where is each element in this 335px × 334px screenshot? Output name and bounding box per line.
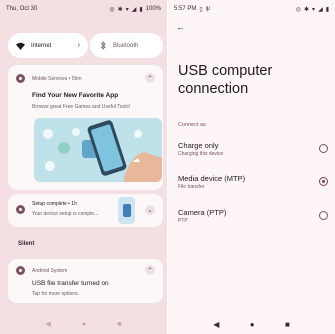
notification-shade: Thu, Oct 30 ◎ ✱ ▾ ◢ ▮ 100% Internet › Bl… [0,0,167,334]
bluetooth-icon [98,41,107,50]
recents-nav-icon[interactable]: ■ [117,321,121,328]
notification-app-name: Setup complete • 1h [32,201,77,207]
back-nav-icon[interactable]: ◀ [46,320,51,328]
headset-icon: ◎ [295,6,302,13]
option-charge-only[interactable]: Charge only Charging this device [178,141,328,157]
notification-app-name: Mobile Services • 56m [32,76,82,82]
notification-usb-transfer[interactable]: Android System ⌃ USB file transfer turne… [8,259,163,303]
quick-setting-label: Internet [31,42,52,49]
wifi-status-icon: ▾ [312,6,316,13]
bluetooth-status-icon: ✱ [304,6,310,13]
option-subtitle: File transfer [178,184,205,190]
connect-as-label: Connect as [178,122,206,128]
radio-camera[interactable] [319,211,328,220]
notification-body: Browse great Free Games and Useful Tools… [32,104,131,110]
radio-media-device[interactable] [319,177,328,186]
option-title: Camera (PTP) [178,208,227,217]
notification-app-name: Android System [32,268,68,274]
status-time: 5:57 PM [174,6,197,12]
option-camera[interactable]: Camera (PTP) PTP [178,208,328,224]
chevron-right-icon: › [77,42,80,49]
status-bar: Thu, Oct 30 ◎ ✱ ▾ ◢ ▮ 100% [0,0,167,18]
chevron-down-icon[interactable]: ⌄ [145,205,155,215]
usb-icon: ψ [205,6,210,12]
quick-setting-label: Bluetooth [113,42,139,49]
navigation-bar: ◀ ● ■ [168,314,335,334]
notification-title: USB file transfer turned on [32,280,109,287]
status-bar: 5:57 PM ▯ ψ ◎ ✱ ▾ ◢ ▮ [168,0,335,18]
app-icon [16,74,25,83]
signal-icon: ◢ [131,6,137,13]
quick-setting-bluetooth[interactable]: Bluetooth [90,33,163,58]
recents-nav-icon[interactable]: ■ [285,320,290,329]
bluetooth-status-icon: ✱ [117,6,123,13]
back-nav-icon[interactable]: ◀ [213,320,219,329]
battery-icon: ▮ [139,6,143,13]
chevron-up-icon[interactable]: ⌃ [145,265,155,275]
phone-illustration [118,197,135,224]
battery-level: 100% [145,6,161,12]
signal-icon: ◢ [318,6,323,13]
silent-section-label: Silent [18,241,35,247]
option-subtitle: PTP [178,218,188,224]
notification-body: Your device setup is comple... [32,211,99,217]
option-title: Media device (MTP) [178,174,246,183]
quick-setting-internet[interactable]: Internet › [8,33,88,58]
usb-settings-screen: 5:57 PM ▯ ψ ◎ ✱ ▾ ◢ ▮ ← USB computer con… [168,0,335,334]
home-nav-icon[interactable]: ● [250,320,255,329]
navigation-bar: ◀ ● ■ [0,314,167,334]
android-system-icon [16,266,25,275]
back-arrow-icon[interactable]: ← [176,22,185,32]
radio-charge-only[interactable] [319,144,328,153]
wifi-icon [16,41,25,50]
notification-body: Tap for more options. [32,291,79,297]
page-title: USB computer connection [178,63,273,97]
home-nav-icon[interactable]: ● [82,321,86,328]
option-title: Charge only [178,141,219,150]
notification-icon: ▯ [199,6,203,13]
headset-icon: ◎ [109,6,115,13]
notification-title: Find Your New Favorite App [32,92,119,99]
wifi-status-icon: ▾ [125,6,129,13]
chevron-up-icon[interactable]: ⌃ [145,73,155,83]
notification-mobile-services[interactable]: Mobile Services • 56m ⌃ Find Your New Fa… [8,65,163,190]
promo-image [34,118,162,182]
notification-setup-complete[interactable]: Setup complete • 1h Your device setup is… [8,194,163,227]
option-subtitle: Charging this device [178,151,224,157]
battery-icon: ▮ [325,6,329,13]
status-date: Thu, Oct 30 [6,6,38,12]
option-media-device[interactable]: Media device (MTP) File transfer [178,174,328,190]
app-icon [16,205,25,214]
